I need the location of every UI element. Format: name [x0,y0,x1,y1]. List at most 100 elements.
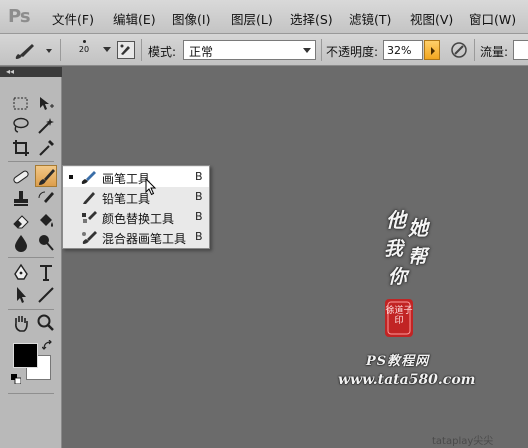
options-separator [321,39,322,61]
toolbox-panel: ◂◂ [0,67,62,448]
brush-panel-icon [120,44,130,55]
marquee-tool[interactable] [10,93,32,115]
move-tool[interactable] [35,93,57,115]
calligraphy-artwork: 他 她 我 帮 你 [380,204,440,288]
calligraphy-char: 她 [408,216,428,240]
history-brush-tool[interactable] [35,188,57,210]
brush-icon [81,171,96,184]
line-icon [38,287,54,303]
eyedropper-icon [39,140,54,156]
pressure-opacity-button[interactable] [449,40,469,60]
seal-text: 徐道子印 [385,306,413,326]
crop-icon [13,140,29,156]
history-brush-icon [38,191,54,203]
menu-edit[interactable]: 编辑(E) [113,9,156,28]
opacity-input[interactable]: 32% [383,40,423,60]
flyout-shortcut: B [195,210,203,223]
pen-pressure-icon [451,42,467,58]
calligraphy-char: 他 [386,208,406,232]
brush-tool-flyout: 画笔工具 B 铅笔工具 B 颜色替换工具 B 混合器画笔工具 B [62,165,210,249]
menu-image[interactable]: 图像(I) [172,9,210,28]
foreground-color-swatch[interactable] [13,343,38,368]
flyout-shortcut: B [195,170,203,183]
flyout-label: 混合器画笔工具 [102,232,187,246]
dodge-icon [39,235,54,251]
mode-label: 模式: [148,45,177,59]
eraser-icon [13,215,29,229]
opacity-slider-button[interactable] [424,40,440,60]
line-tool[interactable] [35,284,57,306]
flyout-item-brush[interactable]: 画笔工具 B [63,167,209,187]
blend-mode-select[interactable]: 正常 [183,40,316,60]
toolbox-header[interactable]: ◂◂ [0,67,62,77]
water-drop-icon [15,235,27,252]
brush-size-value: 20 [78,45,90,54]
brush-preset-icon [15,44,52,59]
menu-filter[interactable]: 滤镜(T) [349,9,391,28]
hand-icon [15,316,28,332]
marquee-icon [13,97,28,110]
photoshop-logo: Ps [8,6,31,27]
dodge-tool[interactable] [35,232,57,254]
blur-tool[interactable] [10,232,32,254]
eyedropper-tool[interactable] [35,137,57,159]
menu-window[interactable]: 窗口(W) [469,9,516,28]
zoom-tool[interactable] [35,312,57,334]
flyout-item-mixer-brush[interactable]: 混合器画笔工具 B [63,227,209,247]
watermark-site-name: PS教程网 [366,354,430,369]
brush-icon [39,169,55,185]
arrow-cursor-icon [17,287,26,303]
type-tool[interactable] [35,262,57,284]
magic-wand-icon [38,118,54,134]
hand-tool[interactable] [10,312,32,334]
move-icon [40,97,54,110]
eraser-tool[interactable] [10,210,32,232]
flyout-label: 颜色替换工具 [102,212,175,226]
flyout-item-color-replacement[interactable]: 颜色替换工具 B [63,207,209,227]
menu-view[interactable]: 视图(V) [410,9,453,28]
pen-tool[interactable] [10,262,32,284]
opacity-label: 不透明度: [326,45,379,59]
corner-watermark: tataplay尖尖 [432,436,494,447]
bandage-icon [13,170,29,184]
paint-bucket-tool[interactable] [35,210,57,232]
chevron-down-icon[interactable] [103,47,111,53]
options-separator [60,39,61,61]
menu-select[interactable]: 选择(S) [290,9,333,28]
brush-panel-toggle-button[interactable] [117,41,135,59]
calligraphy-char: 帮 [408,246,428,268]
type-icon [40,265,52,281]
calligraphy-char: 你 [388,266,408,288]
toolbox-separator [8,309,54,310]
clone-stamp-tool[interactable] [10,188,32,210]
menu-layer[interactable]: 图层(L) [231,9,273,28]
mixer-brush-icon [82,231,97,244]
healing-brush-tool[interactable] [10,166,32,188]
brush-tool[interactable] [35,165,57,187]
flow-label: 流量: [480,45,509,59]
calligraphy-char: 我 [384,238,404,260]
path-selection-tool[interactable] [10,284,32,306]
toolbox-separator [8,257,54,258]
pen-icon [14,263,28,280]
flow-input[interactable] [513,40,528,60]
flyout-shortcut: B [195,190,203,203]
tool-preset-picker[interactable] [10,39,56,61]
flyout-item-pencil[interactable]: 铅笔工具 B [63,187,209,207]
brush-size-picker[interactable]: 20 [66,37,102,63]
watermark-url: www.tata580.com [338,372,476,388]
menu-file[interactable]: 文件(F) [52,9,94,28]
swap-colors-icon[interactable] [41,339,54,352]
collapse-icon[interactable]: ◂◂ [6,67,14,77]
flyout-label: 画笔工具 [102,172,151,186]
magic-wand-tool[interactable] [35,115,57,137]
lasso-icon [13,117,29,133]
default-colors-icon[interactable] [11,373,22,385]
brush-tip-dot [82,40,86,43]
lasso-tool[interactable] [10,115,32,137]
crop-tool[interactable] [10,137,32,159]
magnifier-icon [37,314,54,331]
toolbox-separator [8,393,54,394]
menu-bar: Ps 文件(F) 编辑(E) 图像(I) 图层(L) 选择(S) 滤镜(T) 视… [0,0,528,34]
selected-marker [69,175,73,179]
